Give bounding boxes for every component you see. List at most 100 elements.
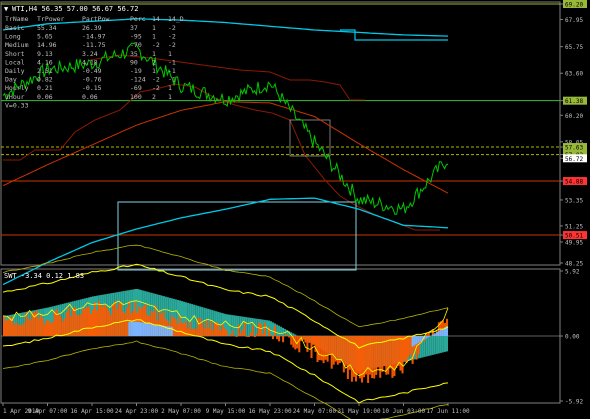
swt-bar-orange — [255, 333, 258, 336]
swt-bar-blue — [411, 336, 414, 347]
table-header: Perc — [130, 15, 146, 23]
swt-bar-teal — [292, 333, 295, 336]
table-cell: 100 — [130, 93, 142, 101]
table-cell: -0.76 — [82, 76, 102, 84]
swt-bar-orange — [45, 320, 48, 336]
table-cell: -1 — [168, 67, 176, 75]
swt-bar-orange — [302, 336, 305, 340]
swt-bar-orange — [221, 324, 224, 336]
swt-bar-orange — [23, 323, 26, 336]
table-cell: -70 — [130, 41, 142, 49]
swt-bar-teal — [247, 317, 250, 336]
swt-bar-blue — [441, 328, 444, 336]
swt-bar-orange — [195, 329, 198, 336]
swt-bar-blue — [152, 324, 155, 336]
table-cell: Day — [5, 76, 17, 84]
swt-bar-orange — [122, 311, 125, 336]
swt-bar-orange — [219, 330, 222, 336]
swt-bar-orange — [205, 320, 208, 336]
time-label: 16 May 23:00 — [248, 408, 292, 415]
swt-bar-orange — [320, 336, 323, 361]
price-label: 56.72 — [565, 156, 583, 163]
swt-bar-orange — [53, 311, 56, 336]
swt-bar-orange — [209, 321, 212, 336]
swt-bar-blue — [419, 336, 422, 342]
swt-bar-orange — [43, 324, 46, 336]
price-axis: 69.2067.9565.7563.6061.3860.2058.0557.63… — [560, 0, 587, 268]
swt-bar-orange — [193, 328, 196, 336]
sub-label: -5.92 — [565, 399, 583, 406]
swt-bar-orange — [381, 336, 384, 372]
swt-bar-blue — [148, 323, 151, 336]
table-cell: 1 — [168, 93, 172, 101]
table-cell: -2 — [152, 41, 160, 49]
swt-bar-orange — [407, 336, 410, 358]
swt-bar-orange — [65, 312, 68, 336]
swt-bar-orange — [235, 336, 238, 337]
table-cell: -0.49 — [82, 67, 102, 75]
main-title: WTI,H4 56.35 57.00 56.67 56.72 — [12, 5, 138, 13]
swt-bar-orange — [75, 315, 78, 336]
swt-bar-orange — [257, 322, 260, 336]
swt-bar-orange — [282, 336, 285, 343]
swt-bar-blue — [132, 321, 135, 336]
swt-bar-blue — [128, 321, 131, 336]
swt-bar-orange — [304, 336, 307, 343]
swt-bar-orange — [124, 313, 127, 336]
swt-bar-orange — [172, 317, 175, 336]
swt-bar-orange — [85, 307, 88, 336]
swt-bar-orange — [57, 313, 60, 336]
chart-canvas: ▼ WTI,H4 56.35 57.00 56.67 56.72 TrName T… — [0, 0, 587, 419]
table-cell: 2.51 — [37, 67, 53, 75]
swt-bar-orange — [39, 315, 42, 336]
swt-bar-orange — [247, 336, 250, 337]
swt-bar-orange — [77, 314, 80, 336]
swt-bar-teal — [294, 334, 297, 336]
swt-bar-teal — [270, 321, 273, 336]
table-cell: 1 — [152, 33, 156, 41]
swt-bar-orange — [237, 324, 240, 336]
swt-bar-orange — [67, 307, 70, 336]
table-cell: 37 — [130, 24, 138, 32]
swt-bar-orange — [106, 307, 109, 336]
swt-bar-orange — [332, 336, 335, 365]
table-cell: -11.75 — [82, 41, 106, 49]
swt-bar-blue — [413, 336, 416, 346]
swt-bar-orange — [92, 309, 95, 336]
table-cell: 90 — [130, 58, 138, 66]
price-label: 54.88 — [565, 179, 583, 186]
swt-bar-orange — [399, 336, 402, 371]
table-cell: -95 — [130, 33, 142, 41]
price-label: 57.63 — [565, 145, 583, 152]
swt-bar-orange — [318, 336, 321, 360]
swt-bar-orange — [5, 321, 8, 336]
swt-bar-teal — [435, 336, 438, 354]
table-cell: -2 — [168, 41, 176, 49]
swt-bar-orange — [409, 336, 412, 355]
swt-bar-orange — [7, 319, 10, 336]
swt-bar-blue — [439, 329, 442, 336]
table-cell: 14.96 — [37, 41, 57, 49]
table-cell: -2 — [168, 33, 176, 41]
swt-bar-teal — [245, 317, 248, 336]
swt-bar-blue — [142, 322, 145, 336]
table-cell: Medium — [5, 41, 29, 49]
table-cell: -14.97 — [82, 33, 106, 41]
table-cell: Local — [5, 58, 25, 66]
swt-bar-orange — [312, 336, 315, 345]
swt-bar-orange — [59, 316, 62, 336]
time-label: 24 Apr 23:00 — [115, 408, 159, 415]
swt-bar-orange — [276, 336, 279, 340]
swt-bar-orange — [241, 329, 244, 336]
table-cell: -1 — [168, 76, 176, 84]
swt-bar-orange — [231, 330, 234, 336]
swt-bar-orange — [324, 336, 327, 360]
swt-bar-orange — [389, 336, 392, 369]
swt-bar-orange — [96, 310, 99, 336]
table-cell: 2 — [152, 93, 156, 101]
swt-bar-orange — [90, 314, 93, 336]
swt-bar-orange — [270, 334, 273, 336]
swt-bar-orange — [330, 336, 333, 369]
swt-bar-blue — [433, 333, 436, 336]
swt-bar-orange — [81, 309, 84, 336]
